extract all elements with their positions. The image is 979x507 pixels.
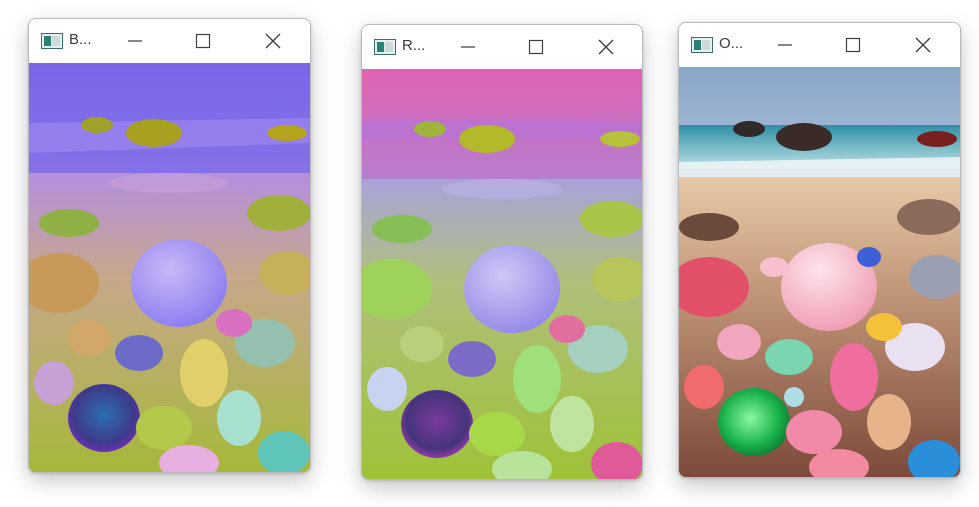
maximize-icon[interactable] <box>833 29 873 61</box>
close-icon[interactable] <box>903 29 943 61</box>
maximize-icon[interactable] <box>183 25 223 57</box>
titlebar[interactable]: R... <box>362 25 642 69</box>
window-title: R... <box>402 37 426 54</box>
window-title: B... <box>69 31 92 48</box>
app-icon <box>41 33 63 49</box>
close-icon[interactable] <box>586 31 626 63</box>
minimize-icon[interactable] <box>765 29 805 61</box>
window-title: O... <box>719 35 744 52</box>
image-view-bgr <box>29 63 310 472</box>
image-view-original <box>679 67 960 477</box>
maximize-icon[interactable] <box>516 31 556 63</box>
image-canvas <box>362 69 642 479</box>
image-canvas <box>679 67 960 477</box>
app-icon <box>691 37 713 53</box>
minimize-icon[interactable] <box>115 25 155 57</box>
titlebar[interactable]: O... <box>679 23 960 67</box>
image-view-rgb <box>362 69 642 479</box>
window-3[interactable]: O... <box>678 22 961 478</box>
minimize-icon[interactable] <box>448 31 488 63</box>
app-icon <box>374 39 396 55</box>
image-canvas <box>29 63 310 472</box>
window-1[interactable]: B... <box>28 18 311 473</box>
window-2[interactable]: R... <box>361 24 643 480</box>
titlebar[interactable]: B... <box>29 19 310 63</box>
close-icon[interactable] <box>253 25 293 57</box>
